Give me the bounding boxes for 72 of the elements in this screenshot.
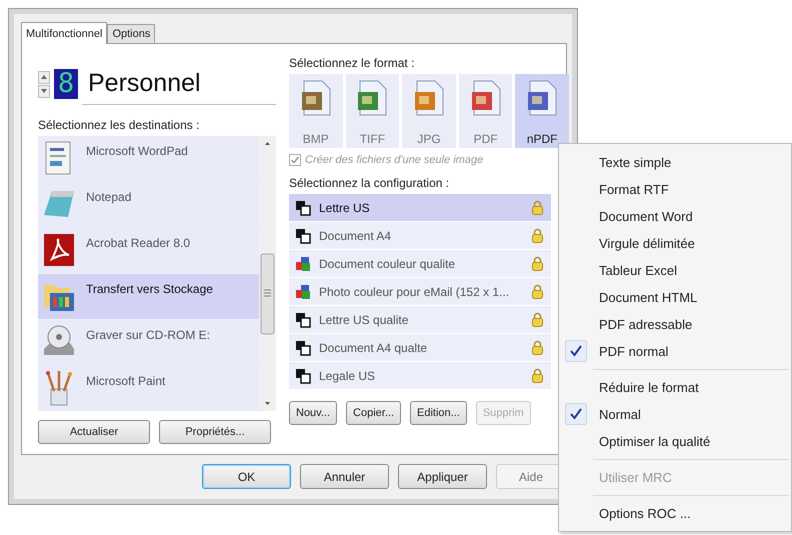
configuration-item[interactable]: Lettre US qualite: [289, 306, 551, 333]
destination-item[interactable]: Microsoft Paint: [38, 366, 259, 411]
dialog-button[interactable]: Propriétés...: [159, 420, 271, 444]
menu-item[interactable]: Document Word: [559, 203, 791, 230]
tab[interactable]: Multifonctionnel: [21, 22, 108, 44]
menu-item[interactable]: PDF adressable: [559, 311, 791, 338]
menu-item[interactable]: Format RTF: [559, 176, 791, 203]
configuration-item[interactable]: Legale US: [289, 362, 551, 389]
checkbox-icon: [289, 154, 301, 166]
lock-icon: [532, 256, 543, 271]
lock-icon: [532, 284, 543, 299]
menu-item[interactable]: Tableur Excel: [559, 257, 791, 284]
profile-name: Personnel: [82, 69, 276, 105]
file-format-icon: [470, 80, 501, 116]
checkmark-icon: [565, 403, 587, 425]
file-format-icon: [414, 80, 444, 116]
page-stack-icon: [295, 312, 311, 328]
color-blocks-icon: [295, 284, 311, 300]
dialog-button[interactable]: Copier...: [346, 401, 401, 425]
page-stack-icon: [295, 368, 311, 384]
format-tile[interactable]: JPG: [402, 74, 456, 148]
menu-item[interactable]: Document HTML: [559, 284, 791, 311]
dialog-button[interactable]: OK: [202, 464, 291, 489]
destination-item[interactable]: Microsoft WordPad: [38, 136, 259, 181]
dialog-button[interactable]: Actualiser: [38, 420, 150, 444]
destination-item[interactable]: Graver sur CD-ROM E:: [38, 320, 259, 365]
dialog-button[interactable]: Annuler: [300, 464, 389, 489]
menu-item[interactable]: Virgule délimitée: [559, 230, 791, 257]
spin-up-button[interactable]: [38, 70, 50, 84]
destination-item[interactable]: Notepad: [38, 182, 259, 227]
menu-item[interactable]: Optimiser la qualité: [559, 428, 791, 455]
scrollbar[interactable]: [259, 136, 276, 411]
format-tile[interactable]: nPDF: [515, 74, 569, 148]
lock-icon: [532, 312, 543, 327]
file-format-icon: [357, 80, 388, 116]
pdf-icon: [42, 231, 76, 269]
format-tile[interactable]: BMP: [289, 74, 343, 148]
page-stack-icon: [295, 228, 311, 244]
dialog-button[interactable]: Nouv...: [289, 401, 338, 425]
spin-down-button[interactable]: [38, 84, 50, 98]
lock-icon: [532, 340, 543, 355]
configuration-item[interactable]: Document A4 qualte: [289, 334, 551, 361]
color-blocks-icon: [295, 256, 311, 272]
configuration-item[interactable]: Document couleur qualite: [289, 250, 551, 277]
menu-item[interactable]: Normal: [559, 401, 791, 428]
file-format-icon: [527, 80, 558, 116]
menu-item[interactable]: Réduire le format: [559, 374, 791, 401]
file-format-icon: [300, 80, 331, 116]
configuration-item[interactable]: Photo couleur pour eMail (152 x 1...: [289, 278, 551, 305]
format-label: Sélectionnez le format :: [289, 55, 416, 72]
profile-number: 8: [54, 69, 78, 99]
configuration-item[interactable]: Document A4: [289, 222, 551, 249]
dialog-button[interactable]: Edition...: [410, 401, 467, 425]
down-arrow-icon: [41, 89, 47, 93]
up-arrow-icon: [41, 75, 47, 79]
menu-item[interactable]: Options ROC ...: [559, 500, 791, 527]
tab[interactable]: Options: [107, 24, 156, 43]
destinations-label: Sélectionnez les destinations :: [38, 117, 200, 134]
lock-icon: [532, 368, 543, 383]
lock-icon: [532, 228, 543, 243]
destination-item[interactable]: Transfert vers Stockage: [38, 274, 259, 319]
page-stack-icon: [295, 200, 311, 216]
configuration-label: Sélectionnez la configuration :: [289, 175, 450, 192]
menu-item[interactable]: PDF normal: [559, 338, 791, 365]
checkmark-icon: [565, 340, 587, 362]
configuration-item[interactable]: Lettre US: [289, 194, 551, 221]
destination-item[interactable]: Acrobat Reader 8.0: [38, 228, 259, 273]
format-tile[interactable]: PDF: [458, 74, 512, 148]
page-stack-icon: [295, 340, 311, 356]
format-tile[interactable]: TIFF: [346, 74, 400, 148]
dialog-button[interactable]: Appliquer: [398, 464, 487, 489]
lock-icon: [532, 200, 543, 215]
